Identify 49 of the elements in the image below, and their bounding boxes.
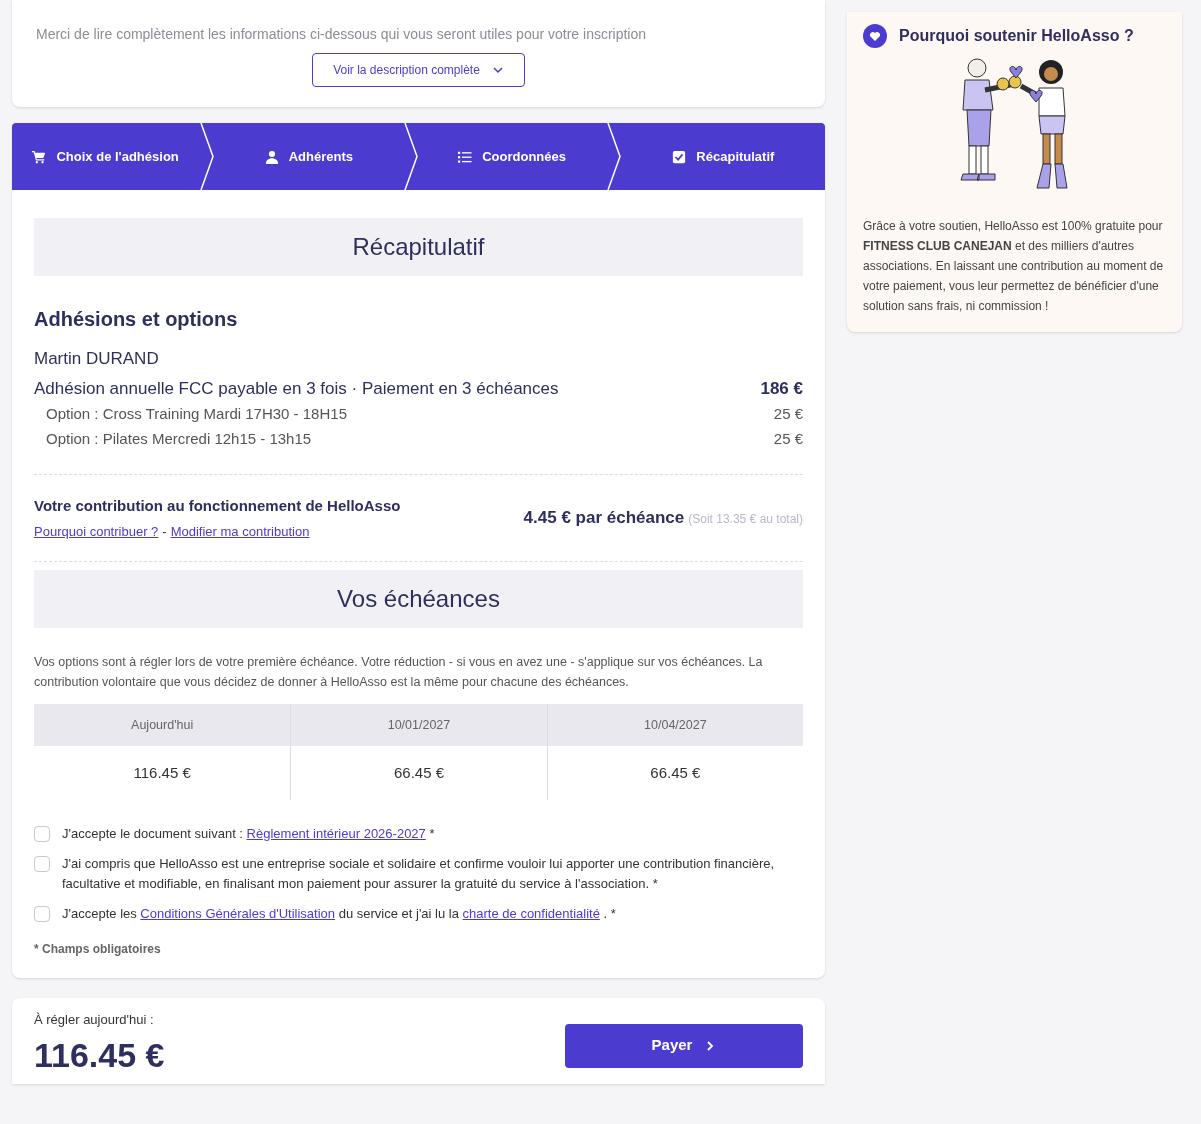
link-separator: - [162,522,167,541]
price: 186 € [760,377,803,400]
schedule-note: Vos options sont à régler lors de votre première échéance. Votre réduction - si vous en avez une - s'applique sur vos échéances. La contribution volontaire que vous décidez de donner à HelloAsso est la même pour chacune des échéances. [34,654,764,691]
contribution-amount: 4.45 € par échéance [523,507,685,530]
checkbox[interactable] [34,826,50,842]
schedule-title: Vos échéances [34,570,803,628]
option-label: Option : Cross Training Mardi 17H30 - 18H15 [46,404,347,424]
recap-title: Récapitulatif [34,218,803,276]
show-description-button[interactable]: Voir la description complète [312,53,525,87]
step-tab[interactable]: Choix de l'adhésion [12,146,200,167]
amount-cell-text: 66.45 € [649,762,702,783]
date-header: Aujourd'hui [34,704,291,746]
member-name: Martin DURAND [34,348,160,370]
amount-cell-text: 66.45 € [392,762,445,783]
contribution-link[interactable]: Pourquoi contribuer ? [34,521,159,541]
consent-text: J'accepte les Conditions Générales d'Utilisation du service et j'ai lu la charte de confidentialité . * [62,905,616,923]
support-text: Grâce à votre soutien, HelloAsso est 100% gratuite pour FITNESS CLUB CANEJAN et des milliers d'autres associations. En laissant une contribution au moment de votre paiement, vous leur permettez de bénéficier d'une solution sans frais, ni commission ! [863,218,1165,315]
contribution-link[interactable]: Modifier ma contribution [170,521,310,541]
date-header: 10/01/2027 [291,704,547,746]
contribution-title: Votre contribution au fonctionnement de HelloAsso [34,496,401,516]
consent-text: J'ai compris que HelloAsso est une entreprise sociale et solidaire et confirme vouloir lui apporter une contribution financière, facultative et modifiable, en finalisant mon paiement pour assurer la gratuité du service à l'association. * [62,855,776,893]
checkbox[interactable] [34,906,50,922]
support-title: Pourquoi soutenir HelloAsso ? [899,26,1134,46]
consent-link[interactable]: Conditions Générales d'Utilisation [140,906,336,921]
consent-link[interactable]: Règlement intérieur 2026-2027 [246,826,426,841]
consent-link[interactable]: charte de confidentialité [462,906,600,921]
checkbox[interactable] [34,856,50,872]
date-header: 10/04/2027 [547,704,803,746]
membership-label: Adhésion annuelle FCC payable en 3 fois · Paiement en 3 échéances [34,377,559,400]
section-title: Adhésions et options [34,307,239,332]
step-tab[interactable]: Adhérents [215,146,403,167]
pay-button[interactable]: Payer [565,1023,803,1068]
list-icon [458,149,473,164]
amount-cell-text: 116.45 € [132,762,192,783]
step-tab[interactable]: Coordonnées [418,146,606,167]
description-text: Merci de lire complètement les informations ci-dessous qui vous seront utiles pour votre inscription [36,25,647,44]
price: 25 € [773,404,803,424]
consent-text: J'accepte le document suivant : Règlement intérieur 2026-2027 * [62,825,435,843]
step-tab[interactable]: Récapitulatif [621,146,825,167]
price: 25 € [773,428,803,449]
option-label: Option : Pilates Mercredi 12h15 - 13h15 [46,428,312,449]
payment-label: À régler aujourd'hui : [34,1011,155,1029]
contribution-total: (Soit 13.35 € au total) [688,511,803,529]
required-note: * Champs obligatoires [34,941,162,958]
cart-icon [32,149,47,164]
payment-amount: 116.45 € [34,1037,165,1072]
person-icon [264,149,279,164]
checkbox-icon [672,149,687,164]
chevron-down-icon [491,64,504,76]
